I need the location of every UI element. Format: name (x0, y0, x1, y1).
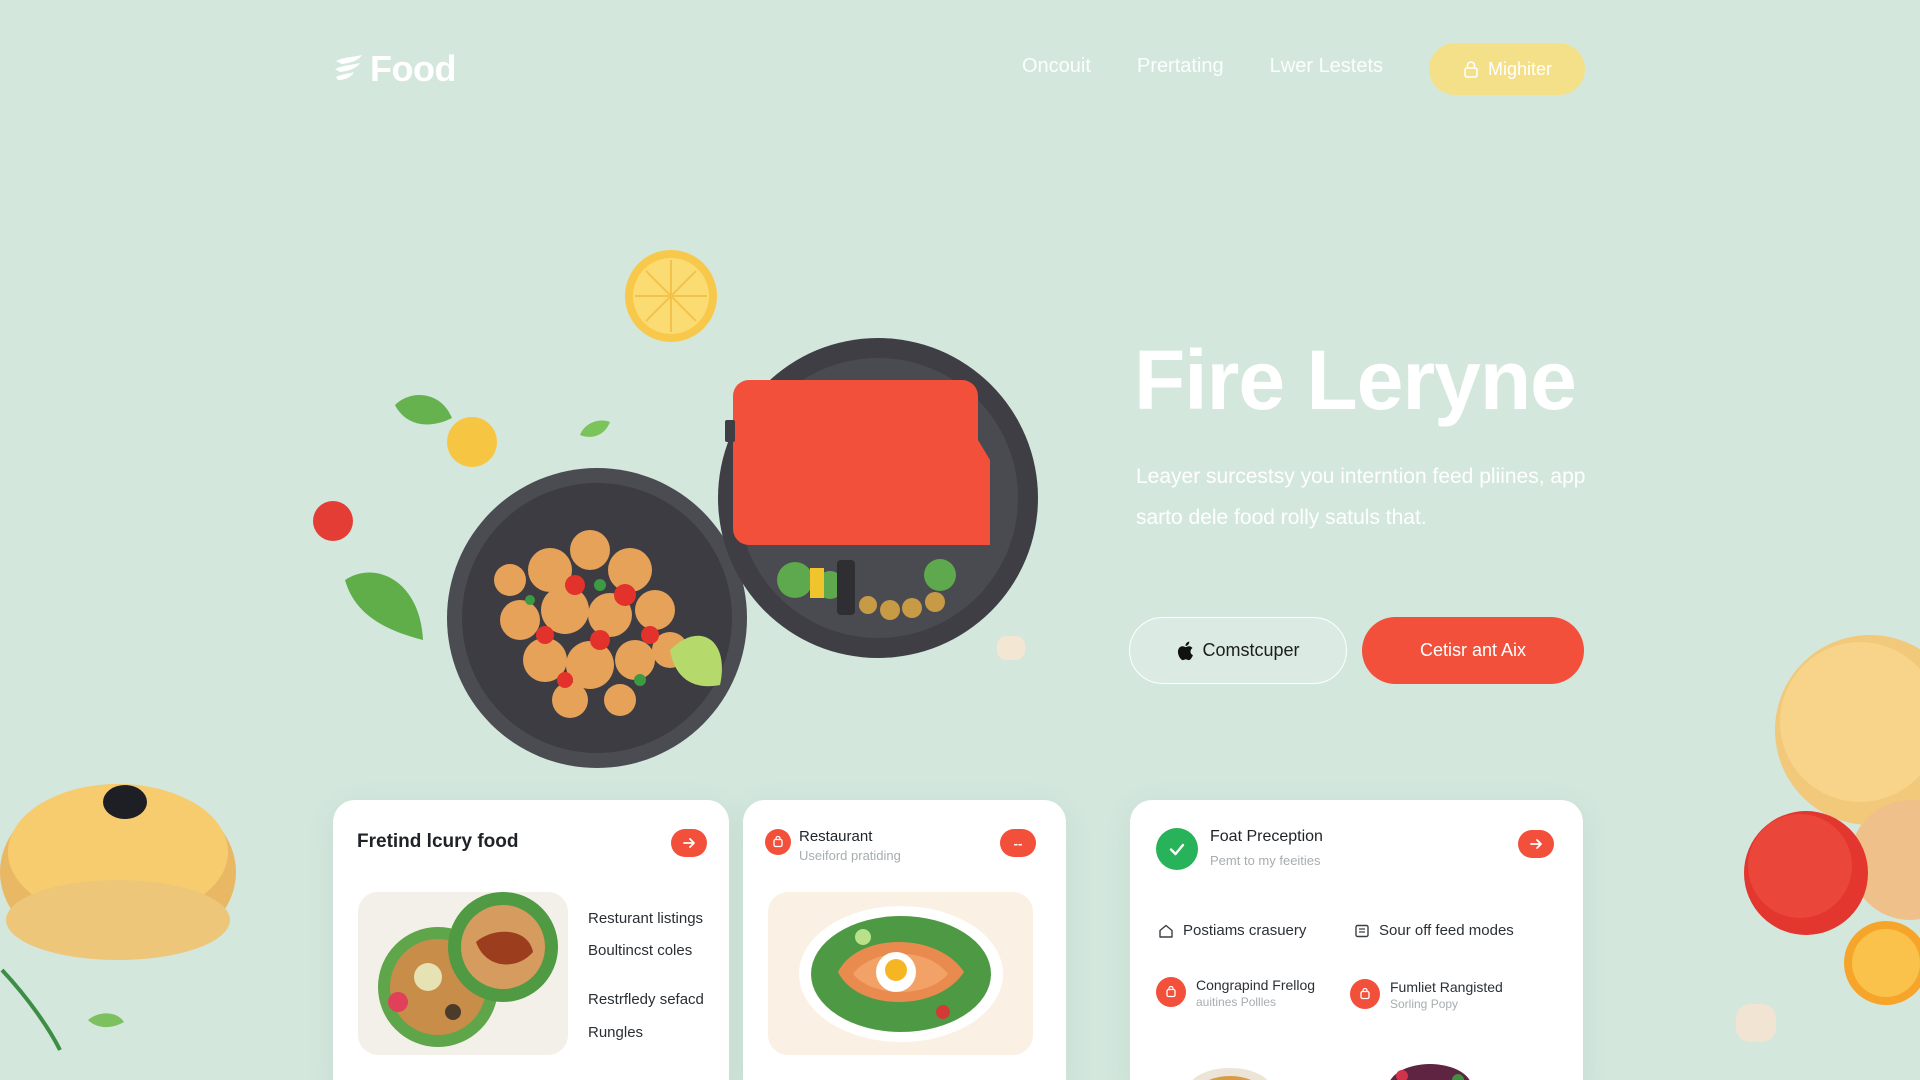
dish-image (768, 892, 1033, 1055)
food-preception-card[interactable]: Foat Preception Pemt to my feeities Post… (1130, 800, 1583, 1080)
dish-thumbnails (1192, 1064, 1470, 1080)
check-icon (1156, 828, 1198, 870)
feature-row-title: Fumliet Rangisted (1390, 979, 1503, 995)
feature-item[interactable]: Sour off feed modes (1354, 922, 1514, 939)
fruit-cluster-decoration (1736, 635, 1920, 1042)
card-title: Fretind lcury food (357, 831, 519, 852)
hero-description: Leayer surcestsy you interntion feed pli… (1136, 465, 1586, 529)
feature-item[interactable]: Postiams crasuery (1158, 922, 1306, 939)
restaurant-card[interactable]: Restaurant Useiford pratiding -- (743, 800, 1066, 1080)
feature-row-subtitle: auitines Pollles (1196, 995, 1277, 1009)
bag-icon (1350, 979, 1380, 1009)
nav-cta-label: Mighiter (1487, 58, 1553, 79)
nav-link-3[interactable]: Lwer Lestets (1270, 55, 1383, 78)
feature-row-title: Congrapind Frellog (1196, 977, 1316, 993)
plate-right (718, 338, 1038, 658)
dish-image (358, 892, 568, 1055)
nav-link-1[interactable]: Oncouit (1022, 55, 1091, 78)
lock-icon (1464, 61, 1478, 78)
leaf-logo-icon (335, 55, 362, 80)
bag-icon (1156, 977, 1186, 1007)
apple-icon (1178, 641, 1194, 660)
card-arrow-button[interactable] (671, 829, 707, 857)
feature-label: Sour off feed modes (1379, 922, 1514, 939)
card3-title: Foat Preception (1210, 828, 1323, 845)
landing-page: Food Oncouit Prertating Lwer Lestets Mig… (0, 0, 1920, 1080)
list-item: Resturant listings (588, 910, 704, 927)
hero-title: Fire Leryne (1134, 333, 1577, 427)
yellow-fruit-decoration (447, 417, 497, 467)
bowl-left (447, 468, 747, 768)
get-started-button[interactable]: Cetisr ant Aix (1362, 617, 1584, 684)
main-nav: Oncouit Prertating Lwer Lestets (1022, 55, 1383, 78)
card3-subtitle: Pemt to my feeities (1210, 853, 1321, 868)
brand-logo[interactable]: Food (332, 48, 456, 90)
arrow-right-icon (683, 838, 695, 848)
feature-row-subtitle: Sorling Popy (1390, 997, 1459, 1011)
restaurant-more-button[interactable]: -- (1000, 829, 1036, 857)
list-item: Rungles (588, 1024, 644, 1041)
arrow-right-icon (1530, 839, 1542, 849)
leaf-decoration (395, 395, 452, 425)
nav-cta-button[interactable]: Mighiter (1429, 43, 1585, 95)
restaurant-title: Restaurant (799, 828, 873, 845)
tomato-decoration (313, 501, 353, 541)
download-app-button[interactable]: Comstcuper (1129, 617, 1347, 684)
list-item: Boultincst coles (588, 942, 693, 959)
feature-row[interactable]: Congrapind Frellog auitines Pollles (1156, 977, 1346, 1017)
leaf-decoration (345, 572, 423, 640)
download-app-label: Comstcuper (1202, 640, 1300, 660)
restaurant-subtitle: Useiford pratiding (799, 848, 901, 863)
get-started-label: Cetisr ant Aix (1419, 640, 1527, 660)
hero-food-illustration (313, 250, 1038, 768)
leaf-decoration (580, 420, 610, 437)
pot-decoration (0, 784, 236, 1051)
feature-row[interactable]: Fumliet Rangisted Sorling Popy (1350, 979, 1550, 1019)
bag-icon (765, 829, 791, 855)
lemon-decoration (625, 250, 717, 342)
grilled-dish-illustration (378, 892, 558, 1047)
feature-label: Postiams crasuery (1183, 922, 1307, 939)
list-icon (1355, 924, 1369, 937)
nav-link-2[interactable]: Prertating (1137, 55, 1224, 78)
food-listing-card[interactable]: Fretind lcury food Resturant listings Bo… (333, 800, 729, 1080)
stone-decoration (997, 636, 1025, 660)
list-item: Restrfledy sefacd (588, 991, 704, 1008)
home-icon (1159, 924, 1173, 938)
brand-name: Food (370, 48, 456, 89)
salmon-dish-illustration (799, 906, 1003, 1042)
card3-arrow-button[interactable] (1518, 830, 1554, 858)
